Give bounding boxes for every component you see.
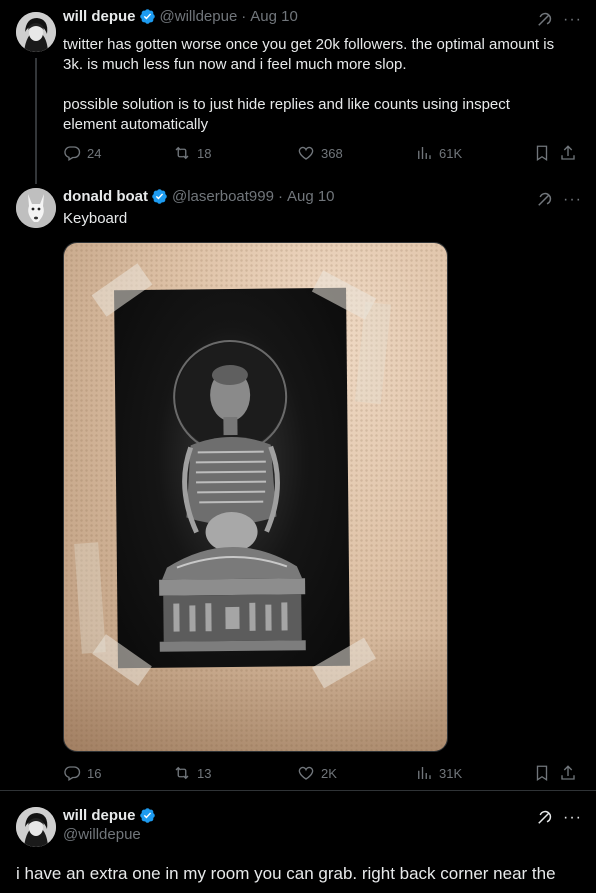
like-count: 368 (321, 145, 343, 161)
bookmark-icon (536, 765, 548, 782)
author-name[interactable]: will depue (63, 807, 136, 824)
views-count: 61K (439, 145, 463, 161)
avatar-image (16, 12, 56, 52)
tweet-text-line: Keyboard (63, 210, 128, 227)
tweet-text-line: element automatically (63, 116, 209, 133)
grok-icon[interactable] (535, 11, 553, 29)
share-button[interactable] (559, 144, 577, 162)
like-count: 2K (321, 765, 337, 781)
reply-icon (64, 766, 81, 781)
avatar[interactable] (16, 807, 56, 847)
tweet-date[interactable]: Aug 10 (287, 188, 335, 205)
tweet-top-icons: ··· (535, 809, 582, 827)
like-button[interactable]: 2K (297, 764, 337, 782)
views-button[interactable]: 61K (415, 144, 462, 162)
more-icon[interactable]: ··· (563, 192, 582, 208)
avatar[interactable] (16, 188, 56, 228)
avatar-image (16, 807, 56, 847)
thread-line (35, 58, 37, 180)
statue-print (114, 287, 350, 669)
repost-count: 13 (197, 765, 212, 781)
thread-line (35, 178, 37, 184)
author-handle[interactable]: @willdepue (160, 8, 238, 25)
tweet-top-icons: ··· (535, 11, 582, 29)
tweet-1[interactable]: will depue @willdepue · Aug 10 ··· twitt… (0, 0, 596, 180)
avatar[interactable] (16, 12, 56, 52)
views-count: 31K (439, 765, 463, 781)
author-name[interactable]: will depue (63, 8, 136, 25)
like-icon (298, 146, 314, 160)
reply-count: 24 (87, 145, 102, 161)
author-handle[interactable]: @willdepue (63, 826, 160, 843)
bookmark-icon (536, 145, 548, 162)
like-icon (298, 766, 314, 780)
repost-button[interactable]: 18 (173, 144, 211, 162)
tweet-header: donald boat @laserboat999 · Aug 10 (63, 188, 335, 205)
fasting-buddha-image (159, 340, 306, 652)
tweet-date[interactable]: Aug 10 (250, 8, 298, 25)
views-icon (418, 147, 431, 159)
like-button[interactable]: 368 (297, 144, 343, 162)
tweet-text-line: twitter has gotten worse once you get 20… (63, 36, 555, 53)
verified-badge-icon (152, 189, 167, 204)
share-icon (561, 145, 575, 160)
tweet-text-line: possible solution is to just hide replie… (63, 96, 510, 113)
separator: · (241, 8, 247, 25)
reply-count: 16 (87, 765, 102, 781)
tweet-3[interactable]: will depue @willdepue ··· i have an extr… (0, 791, 596, 893)
tweet-text: i have an extra one in my room you can g… (16, 864, 556, 883)
tweet-text: Keyboard (63, 209, 583, 229)
repost-icon (175, 766, 189, 780)
views-button[interactable]: 31K (415, 764, 462, 782)
tweet-photo[interactable] (63, 242, 448, 752)
grok-icon[interactable] (535, 809, 553, 827)
grok-icon[interactable] (535, 191, 553, 209)
repost-button[interactable]: 13 (173, 764, 211, 782)
share-icon (561, 765, 575, 780)
tweet-text-line: 3k. is much less fun now and i feel much… (63, 56, 407, 73)
bookmark-button[interactable] (533, 144, 551, 162)
reply-button[interactable]: 24 (63, 144, 101, 162)
views-icon (418, 767, 431, 779)
verified-badge-icon (139, 808, 155, 823)
more-icon[interactable]: ··· (563, 810, 582, 826)
tweet-text: twitter has gotten worse once you get 20… (63, 35, 583, 135)
avatar-image (16, 188, 56, 228)
reply-icon (64, 146, 81, 161)
author-handle[interactable]: @laserboat999 (172, 188, 274, 205)
share-button[interactable] (559, 764, 577, 782)
separator: · (277, 188, 283, 205)
tweet-actions: 24 18 368 61K (63, 144, 583, 164)
more-icon[interactable]: ··· (563, 12, 582, 28)
verified-badge-icon (139, 9, 155, 24)
author-block: will depue @willdepue (63, 807, 160, 843)
author-name[interactable]: donald boat (63, 188, 148, 205)
tweet-actions: 16 13 2K 31K (63, 764, 583, 784)
tweet-top-icons: ··· (535, 191, 582, 209)
repost-icon (175, 146, 189, 160)
reply-button[interactable]: 16 (63, 764, 101, 782)
repost-count: 18 (197, 145, 212, 161)
tweet-header: will depue @willdepue · Aug 10 (63, 8, 298, 25)
bookmark-button[interactable] (533, 764, 551, 782)
